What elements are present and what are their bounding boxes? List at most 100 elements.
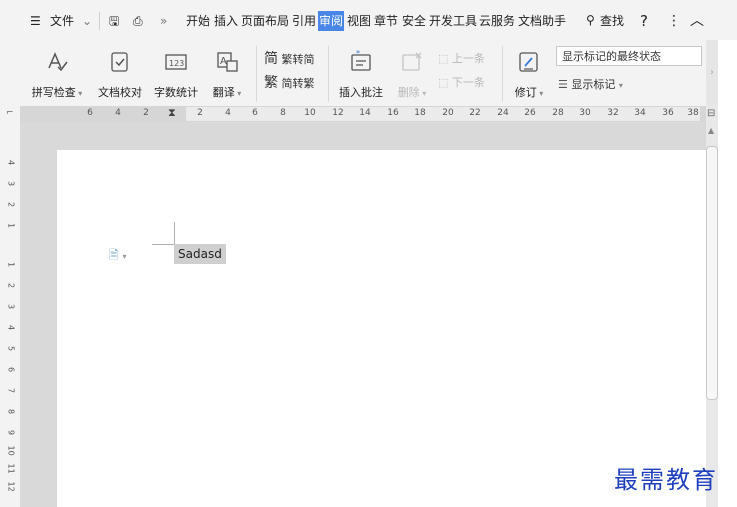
ruler-number: 34 bbox=[634, 108, 646, 118]
selected-text[interactable]: Sadasd bbox=[174, 244, 226, 264]
ruler-number: 1 bbox=[6, 222, 16, 229]
ruler-number: 4 bbox=[225, 108, 231, 118]
tab-developer[interactable]: 开发工具 bbox=[429, 11, 477, 31]
trad-simp-icon: 简 bbox=[264, 51, 278, 67]
display-state-value: 显示标记的最终状态 bbox=[562, 50, 661, 63]
ruler-corner: ⌐ bbox=[0, 106, 20, 146]
search-icon: ⚲ bbox=[586, 13, 595, 27]
revise-label: 修订 bbox=[514, 86, 537, 99]
more-icon[interactable]: ⋮ bbox=[667, 12, 681, 30]
caret-icon: ▾ bbox=[536, 89, 544, 98]
simp-trad-icon: 繁 bbox=[264, 75, 278, 91]
next-comment-button[interactable]: ⬚ 下一条 bbox=[438, 74, 485, 92]
translate-button[interactable]: A 翻译 ▾ bbox=[206, 46, 248, 102]
insert-comment-button[interactable]: * 插入批注 bbox=[334, 46, 388, 102]
spellcheck-button[interactable]: 拼写检查 ▾ bbox=[26, 46, 88, 102]
horizontal-ruler[interactable]: 6 4 2 ⧗ 2 4 6 8 10 12 14 16 18 20 22 24 … bbox=[20, 106, 706, 122]
ruler-number: 14 bbox=[359, 108, 371, 118]
scroll-options-icon[interactable]: ⊟ bbox=[707, 108, 715, 119]
tab-stop-icon[interactable]: ⌐ bbox=[6, 108, 14, 118]
delete-comment-icon bbox=[402, 52, 422, 71]
ruler-number: 2 bbox=[6, 282, 16, 289]
simp-to-trad-button[interactable]: 繁 简转繁 bbox=[264, 74, 315, 92]
tab-view[interactable]: 视图 bbox=[347, 11, 371, 31]
save-icon[interactable]: 🖫 bbox=[109, 12, 119, 30]
display-state-select[interactable]: 显示标记的最终状态 bbox=[556, 46, 702, 66]
help-icon[interactable]: ? bbox=[640, 12, 648, 30]
ruler-number: 38 bbox=[687, 108, 699, 118]
scroll-up-icon[interactable]: ▲ bbox=[708, 126, 714, 135]
ruler-number: 3 bbox=[6, 180, 16, 187]
svg-text:123: 123 bbox=[169, 59, 184, 68]
ruler-number: 30 bbox=[579, 108, 591, 118]
hamburger-icon: ☰ bbox=[30, 14, 41, 28]
more-quick-icon[interactable]: » bbox=[160, 12, 167, 30]
show-markup-button[interactable]: ☰ 显示标记 ▾ bbox=[558, 76, 623, 94]
file-menu-label: 文件 bbox=[50, 14, 75, 28]
svg-text:*: * bbox=[356, 50, 360, 58]
divider bbox=[502, 46, 503, 102]
paragraph-options-icon[interactable]: 🗎 ▾ bbox=[109, 246, 126, 267]
divider bbox=[328, 46, 329, 102]
simp-to-trad-label: 简转繁 bbox=[281, 77, 315, 90]
ruler-number: 36 bbox=[662, 108, 674, 118]
insert-comment-label: 插入批注 bbox=[339, 86, 383, 99]
word-count-label: 字数统计 bbox=[154, 86, 198, 99]
ruler-number: 4 bbox=[6, 324, 16, 331]
ruler-number: 26 bbox=[524, 108, 536, 118]
ruler-number: 7 bbox=[6, 387, 16, 394]
ruler-number: 8 bbox=[6, 408, 16, 415]
spellcheck-icon bbox=[48, 52, 68, 72]
collapse-ribbon-icon[interactable]: ︿ bbox=[690, 12, 704, 30]
translate-label: 翻译 bbox=[212, 86, 235, 99]
document-page[interactable]: 🗎 ▾ Sadasd bbox=[57, 150, 706, 507]
prev-comment-button[interactable]: ⬚ 上一条 bbox=[438, 50, 485, 68]
tab-home[interactable]: 开始 bbox=[186, 11, 210, 31]
tab-chapter[interactable]: 章节 bbox=[374, 11, 398, 31]
delete-comment-button[interactable]: 删除 ▾ bbox=[392, 46, 432, 102]
translate-icon: A bbox=[217, 52, 238, 72]
next-label: 下一条 bbox=[451, 76, 485, 89]
print-icon[interactable]: ⎙ bbox=[133, 12, 143, 30]
word-count-icon: 123 bbox=[165, 54, 187, 70]
ruler-number: 6 bbox=[6, 366, 16, 373]
ruler-number: 2 bbox=[6, 201, 16, 208]
margin-corner-mark bbox=[152, 244, 174, 245]
svg-text:A: A bbox=[220, 56, 227, 67]
tab-page-layout[interactable]: 页面布局 bbox=[241, 11, 289, 31]
divider bbox=[256, 46, 257, 102]
tab-references[interactable]: 引用 bbox=[292, 11, 316, 31]
scrollbar-thumb[interactable] bbox=[706, 146, 718, 400]
ruler-number: 6 bbox=[87, 108, 93, 118]
tab-doc-assistant[interactable]: 文档助手 bbox=[518, 11, 566, 31]
ruler-number: 16 bbox=[387, 108, 399, 118]
menu-bar: ☰ 文件 ⌄ 🖫 ⎙ » 开始 插入 页面布局 引用 审阅 视图 章节 安全 开… bbox=[0, 0, 737, 40]
ruler-number: 32 bbox=[607, 108, 619, 118]
ruler-number: 10 bbox=[6, 445, 16, 456]
chevron-down-icon: ⌄ bbox=[82, 14, 93, 28]
vertical-ruler[interactable]: 4 3 2 1 1 2 3 4 5 6 7 8 9 10 11 12 bbox=[0, 146, 20, 507]
show-markup-label: 显示标记 bbox=[571, 78, 616, 91]
revise-button[interactable]: 修订 ▾ bbox=[508, 46, 550, 102]
indent-marker-icon[interactable]: ⧗ bbox=[168, 106, 176, 120]
tab-cloud[interactable]: 云服务 bbox=[479, 11, 515, 31]
trad-to-simp-button[interactable]: 简 繁转简 bbox=[264, 50, 315, 68]
ruler-number: 12 bbox=[6, 481, 16, 492]
tab-insert[interactable]: 插入 bbox=[214, 11, 238, 31]
ruler-number: 6 bbox=[252, 108, 258, 118]
prev-label: 上一条 bbox=[451, 52, 485, 65]
margin-corner-mark bbox=[174, 222, 175, 246]
ruler-number: 4 bbox=[6, 159, 16, 166]
tab-review[interactable]: 审阅 bbox=[318, 11, 345, 31]
ruler-number: 2 bbox=[143, 108, 149, 118]
caret-icon: ▾ bbox=[618, 81, 623, 90]
comment-icon: * bbox=[351, 50, 371, 71]
prev-icon: ⬚ bbox=[438, 52, 449, 65]
word-count-button[interactable]: 123 字数统计 bbox=[150, 46, 202, 102]
ruler-number: 3 bbox=[6, 303, 16, 310]
doc-proof-button[interactable]: 文档校对 bbox=[94, 46, 146, 102]
tab-security[interactable]: 安全 bbox=[402, 11, 426, 31]
ruler-number: 24 bbox=[497, 108, 509, 118]
vertical-scrollbar[interactable]: ⊟ ▲ bbox=[706, 106, 718, 507]
ribbon-scroll-right[interactable]: › bbox=[706, 40, 718, 106]
